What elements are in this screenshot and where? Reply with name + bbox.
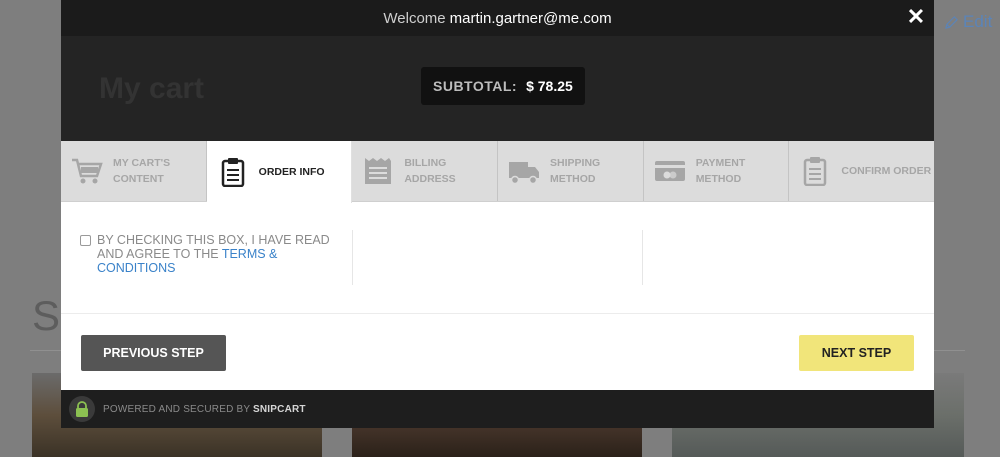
clipboard-icon bbox=[215, 156, 251, 188]
cart-header: My cart SUBTOTAL: $ 78.25 bbox=[61, 36, 934, 141]
page-title: My cart bbox=[99, 72, 205, 105]
close-icon: ✕ bbox=[906, 4, 926, 29]
order-info-panel: BY CHECKING THIS BOX, I HAVE READ AND AG… bbox=[61, 202, 934, 314]
brand-name: SNIPCART bbox=[253, 403, 306, 415]
tab-confirm-order[interactable]: CONFIRM ORDER bbox=[789, 141, 935, 201]
tab-label: MY CART'S CONTENT bbox=[113, 157, 171, 185]
welcome-label: Welcome bbox=[383, 9, 446, 27]
previous-step-button[interactable]: PREVIOUS STEP bbox=[81, 335, 226, 371]
powered-label: POWERED AND SECURED BY bbox=[103, 403, 251, 415]
cart-icon bbox=[69, 155, 105, 187]
step-actions: PREVIOUS STEP NEXT STEP bbox=[61, 314, 934, 390]
column-divider bbox=[642, 230, 643, 285]
terms-agreement: BY CHECKING THIS BOX, I HAVE READ AND AG… bbox=[80, 233, 330, 275]
subtotal-label: SUBTOTAL: bbox=[433, 78, 518, 94]
cart-modal: Welcome martin.gartner@me.com ✕ My cart … bbox=[61, 0, 935, 428]
terms-statement: BY CHECKING THIS BOX, I HAVE READ AND AG… bbox=[97, 233, 330, 261]
tab-shipping-method[interactable]: SHIPPING METHOD bbox=[498, 141, 644, 201]
tab-label: SHIPPING METHOD bbox=[550, 157, 601, 185]
tab-label: ORDER INFO bbox=[258, 166, 325, 178]
next-step-button[interactable]: NEXT STEP bbox=[799, 335, 914, 371]
tab-billing-address[interactable]: BILLING ADDRESS bbox=[352, 141, 499, 201]
lock-icon bbox=[69, 396, 95, 422]
tab-order-info[interactable]: ORDER INFO bbox=[206, 141, 353, 203]
truck-icon bbox=[506, 155, 542, 187]
pencil-icon bbox=[945, 15, 958, 29]
tab-payment-method[interactable]: PAYMENT METHOD bbox=[643, 141, 790, 201]
powered-by-footer: POWERED AND SECURED BY SNIPCART bbox=[61, 390, 934, 428]
edit-label: Edit bbox=[963, 12, 993, 31]
tab-label: PAYMENT METHOD bbox=[695, 157, 746, 185]
close-button[interactable]: ✕ bbox=[906, 6, 926, 28]
welcome-bar: Welcome martin.gartner@me.com ✕ bbox=[61, 0, 934, 36]
terms-checkbox[interactable] bbox=[80, 235, 91, 246]
credit-card-icon bbox=[652, 155, 688, 187]
page-heading-fragment: S bbox=[32, 292, 61, 339]
subtotal-badge: SUBTOTAL: $ 78.25 bbox=[421, 67, 585, 105]
edit-link[interactable]: Edit bbox=[944, 12, 992, 32]
checkout-steps: MY CART'S CONTENT ORDER INFO BILLING ADD… bbox=[61, 141, 935, 203]
user-email: martin.gartner@me.com bbox=[449, 9, 612, 27]
tab-label: CONFIRM ORDER bbox=[841, 165, 932, 177]
column-divider bbox=[352, 230, 353, 285]
terms-text: BY CHECKING THIS BOX, I HAVE READ AND AG… bbox=[97, 233, 330, 275]
tab-cart-content[interactable]: MY CART'S CONTENT bbox=[61, 141, 207, 201]
tab-label: BILLING ADDRESS bbox=[404, 157, 456, 185]
subtotal-amount: $ 78.25 bbox=[526, 78, 573, 94]
powered-by-text: POWERED AND SECURED BY SNIPCART bbox=[103, 404, 306, 415]
receipt-icon bbox=[360, 155, 396, 187]
clipboard-check-icon bbox=[797, 155, 833, 187]
